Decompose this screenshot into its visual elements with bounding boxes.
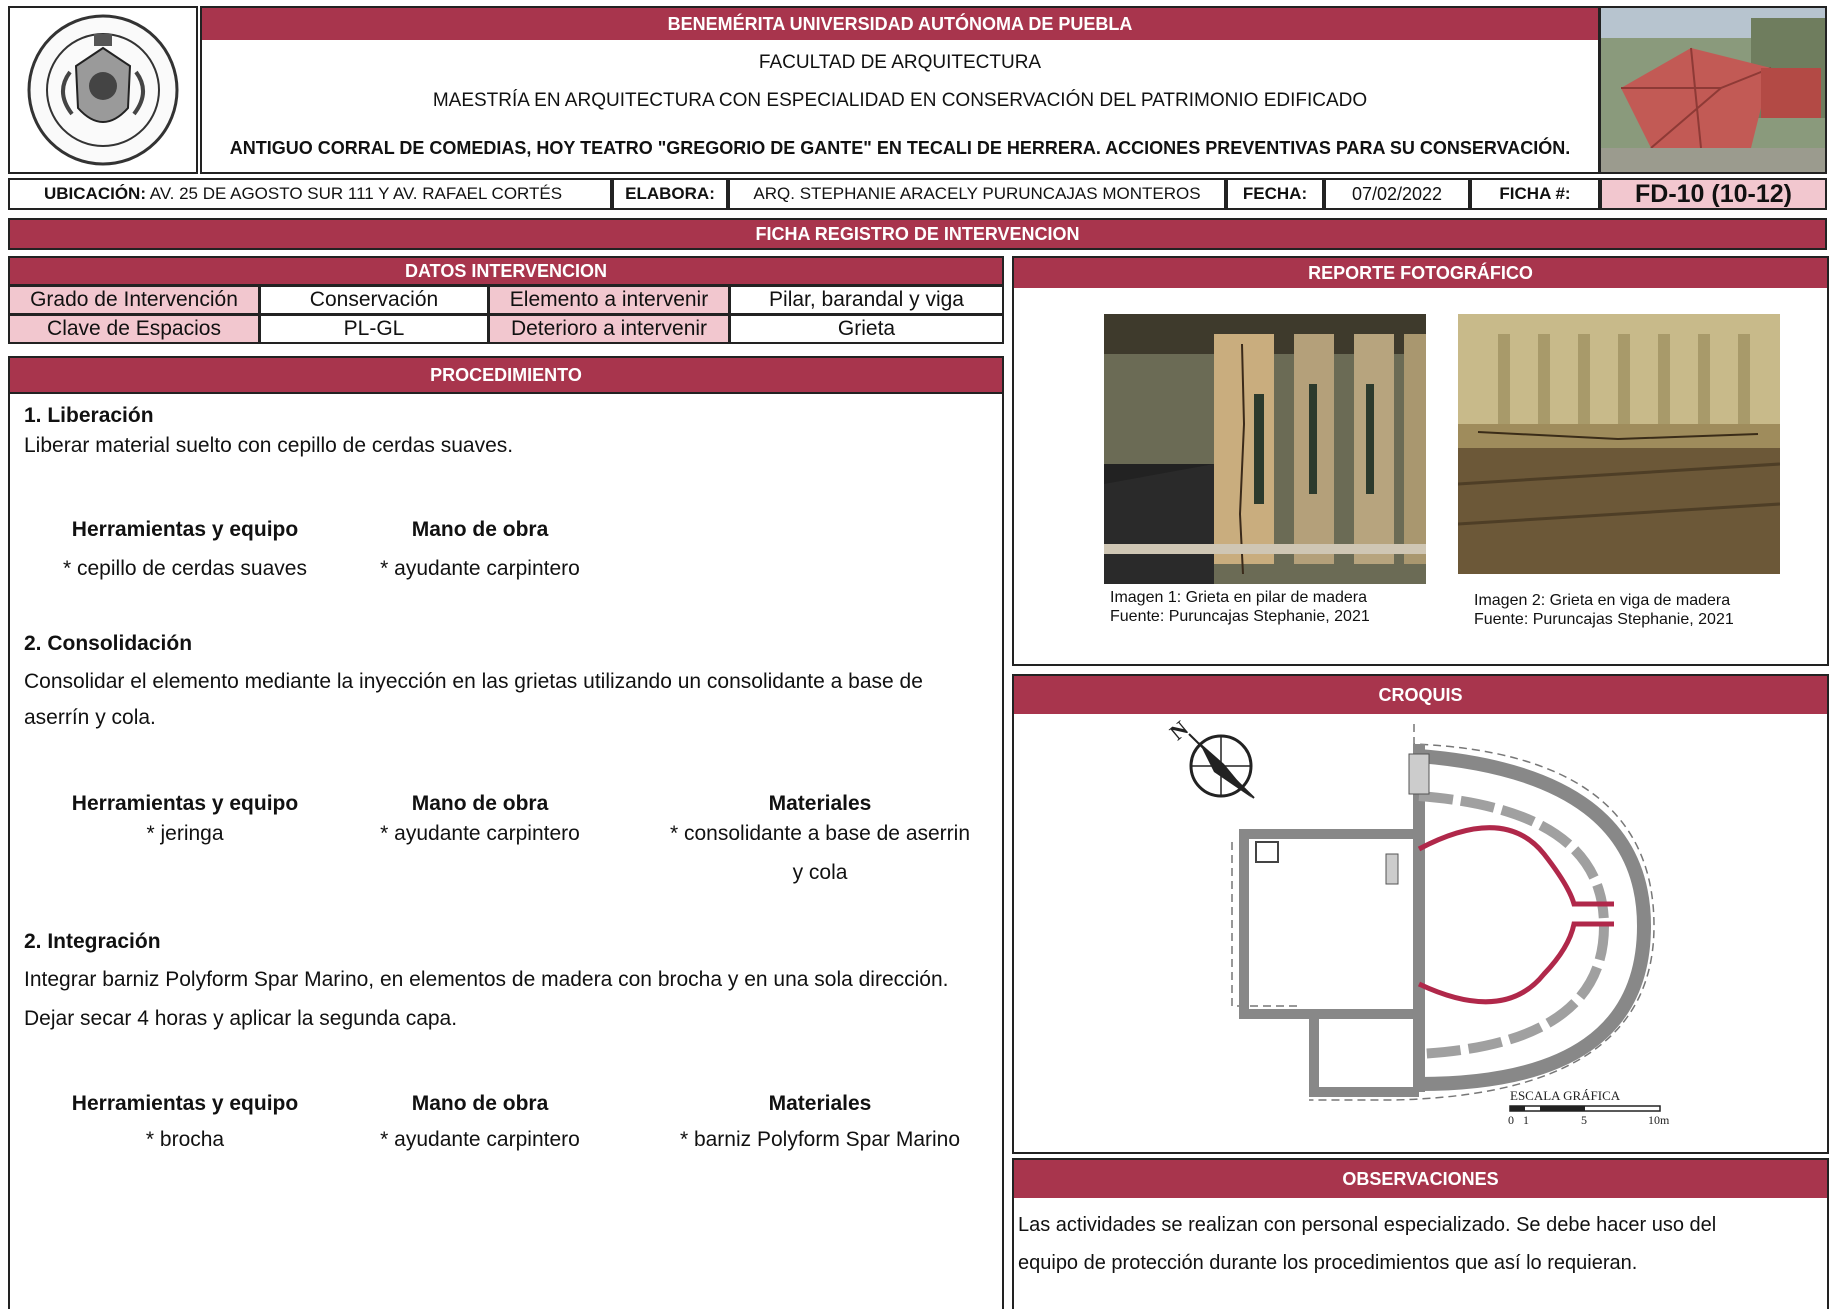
step-3-title: 2. Integración [24,930,161,953]
sheet-value: FD-10 (10-12) [1600,178,1827,210]
step-3-labor-header: Mano de obra [411,1092,549,1115]
step-1-title: 1. Liberación [24,404,154,427]
photo-2-caption: Imagen 2: Grieta en viga de madera [1474,592,1731,609]
location-value: AV. 25 DE AGOSTO SUR 111 Y AV. RAFAEL CO… [146,184,563,203]
step-3-materials-item: * barniz Polyform Spar Marino [679,1128,961,1151]
sketch-panel: CROQUIS N ESCALA GRÁFICA 0 1 5 10m [1012,674,1829,1154]
faculty-name: FACULTAD DE ARQUITECTURA [758,52,1042,73]
step-1-labor-header: Mano de obra [411,518,549,541]
graphic-scale: ESCALA GRÁFICA 0 1 5 10m [1508,1088,1670,1127]
location-cell: UBICACIÓN: AV. 25 DE AGOSTO SUR 111 Y AV… [8,178,612,210]
step-1-tools-header: Herramientas y equipo [71,518,299,541]
scale-5: 5 [1581,1113,1587,1127]
north-arrow-icon: N [1165,715,1255,799]
project-title: ANTIGUO CORRAL DE COMEDIAS, HOY TEATRO "… [229,138,1571,158]
prepared-label: ELABORA: [612,178,728,210]
date-value: 07/02/2022 [1324,178,1470,210]
intervention-data-title: DATOS INTERVENCION [8,256,1004,286]
step-1-tools-item: * cepillo de cerdas suaves [63,557,307,580]
sheet-label: FICHA #: [1470,178,1600,210]
damage-value: Grieta [729,314,1004,344]
header-titles: BENEMÉRITA UNIVERSIDAD AUTÓNOMA DE PUEBL… [200,6,1600,174]
date-label: FECHA: [1226,178,1324,210]
floor-plan-sketch: N ESCALA GRÁFICA 0 1 5 10m [1165,715,1670,1127]
scale-0: 0 [1508,1113,1514,1127]
step-1-labor-item: * ayudante carpintero [380,557,580,580]
element-value: Pilar, barandal y viga [729,285,1004,315]
scale-title: ESCALA GRÁFICA [1510,1088,1621,1103]
step-2-labor-item: * ayudante carpintero [380,822,580,845]
step-3-materials-header: Materiales [768,1092,872,1115]
step-2-title: 2. Consolidación [24,632,193,655]
step-2-materials-item-line2: y cola [792,861,848,884]
element-label: Elemento a intervenir [488,285,730,315]
step-3-text-line1: Integrar barniz Polyform Spar Marino, en… [24,968,949,991]
damage-label: Deterioro a intervenir [488,314,730,344]
step-1-text: Liberar material suelto con cepillo de c… [24,434,514,457]
step-2-tools-item: * jeringa [146,822,224,845]
step-2-materials-header: Materiales [768,792,872,815]
photo-2-source: Fuente: Puruncajas Stephanie, 2021 [1474,611,1734,628]
step-3-tools-item: * brocha [145,1128,225,1151]
procedure-title: PROCEDIMIENTO [8,356,1004,394]
step-2-text-line1: Consolidar el elemento mediante la inyec… [24,670,923,693]
location-label: UBICACIÓN: [44,184,146,203]
scale-1: 1 [1523,1113,1529,1127]
space-value: PL-GL [259,314,489,344]
photo-1-cracked-pillar [1104,314,1426,584]
prepared-value: ARQ. STEPHANIE ARACELY PURUNCAJAS MONTER… [728,178,1226,210]
step-2-materials-item-line1: * consolidante a base de aserrin [669,822,971,845]
university-seal [27,14,179,166]
step-2-tools-header: Herramientas y equipo [71,792,299,815]
photo-1-source: Fuente: Puruncajas Stephanie, 2021 [1110,608,1370,625]
photo-report-panel: REPORTE FOTOGRÁFICO Imagen 1: Grieta en … [1012,256,1829,666]
observations-panel: OBSERVACIONES Las actividades se realiza… [1012,1158,1829,1309]
program-name: MAESTRÍA EN ARQUITECTURA CON ESPECIALIDA… [432,90,1368,111]
observations-line-1: Las actividades se realizan con personal… [1018,1214,1717,1236]
university-seal-cell [8,6,198,174]
university-name: BENEMÉRITA UNIVERSIDAD AUTÓNOMA DE PUEBL… [202,8,1598,40]
procedure-body: 1. Liberación Liberar material suelto co… [8,392,1004,1309]
grade-label: Grado de Intervención [8,285,260,315]
observations-line-2: equipo de protección durante los procedi… [1018,1252,1638,1274]
step-2-text-line2: aserrín y cola. [24,706,156,729]
sketch-title: CROQUIS [1014,676,1827,714]
grade-value: Conservación [259,285,489,315]
photo-report-title: REPORTE FOTOGRÁFICO [1014,258,1827,288]
theater-aerial-photo [1601,8,1825,172]
photo-2-cracked-beam [1458,314,1780,574]
step-3-tools-header: Herramientas y equipo [71,1092,299,1115]
form-title: FICHA REGISTRO DE INTERVENCION [8,218,1827,250]
north-label: N [1165,715,1193,744]
step-3-labor-item: * ayudante carpintero [380,1128,580,1151]
header-photo-cell [1599,6,1827,174]
space-label: Clave de Espacios [8,314,260,344]
step-3-text-line2: Dejar secar 4 horas y aplicar la segunda… [24,1007,458,1030]
step-2-labor-header: Mano de obra [411,792,549,815]
photo-1-caption: Imagen 1: Grieta en pilar de madera [1110,589,1368,606]
scale-10: 10m [1648,1113,1670,1127]
observations-title: OBSERVACIONES [1014,1160,1827,1198]
